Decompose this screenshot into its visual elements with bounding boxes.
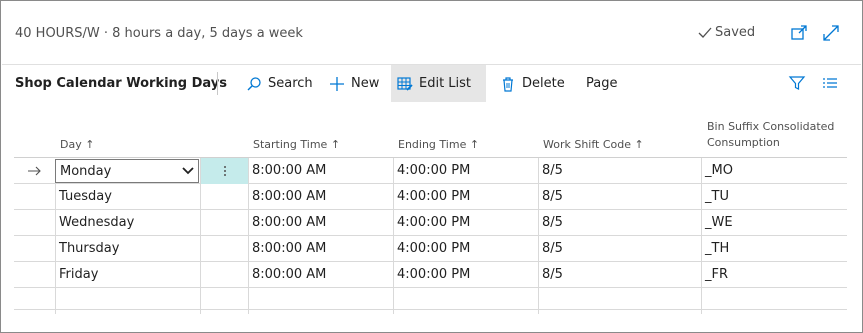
row-indicator (14, 262, 55, 288)
starting-time-cell[interactable]: 8:00:00 AM (248, 210, 393, 236)
table-row[interactable]: Wednesday 8:00:00 AM 4:00:00 PM 8/5 _WE (14, 210, 847, 236)
open-in-new-window-icon[interactable] (790, 24, 808, 42)
edit-list-label: Edit List (419, 76, 472, 91)
row-indicator (14, 158, 55, 184)
delete-label: Delete (522, 76, 565, 91)
starting-time-cell[interactable]: 8:00:00 AM (248, 184, 393, 210)
starting-time-cell[interactable]: 8:00:00 AM (248, 236, 393, 262)
plus-icon (330, 76, 344, 91)
work-shift-code-cell[interactable]: 8/5 (538, 184, 701, 210)
row-actions-cell[interactable] (200, 184, 248, 210)
column-header-day[interactable]: Day ↑ (60, 138, 94, 151)
row-actions-cell[interactable] (200, 236, 248, 262)
more-options-icon (223, 166, 226, 176)
empty-new-row[interactable] (14, 288, 847, 314)
filter-icon[interactable] (788, 74, 806, 92)
row-actions-cell[interactable] (200, 262, 248, 288)
day-cell[interactable]: Thursday (55, 236, 200, 262)
work-shift-code-cell[interactable]: 8/5 (538, 262, 701, 288)
sort-ascending-icon: ↑ (330, 138, 341, 151)
search-icon (247, 76, 261, 90)
action-bar-separator (217, 72, 218, 95)
row-actions-cell[interactable] (200, 288, 248, 314)
row-indicator (14, 184, 55, 210)
row-actions-cell[interactable] (200, 210, 248, 236)
saved-label: Saved (715, 25, 756, 40)
ending-time-cell[interactable]: 4:00:00 PM (393, 158, 538, 184)
page-label: Page (586, 76, 618, 91)
work-shift-code-cell[interactable]: 8/5 (538, 236, 701, 262)
row-indicator (14, 210, 55, 236)
trash-icon (503, 76, 513, 92)
edit-list-icon (397, 76, 413, 91)
table-row[interactable]: Monday 8:00:00 AM 4:00:00 PM 8/5 _MO (14, 158, 847, 184)
grid-header: Day ↑ Starting Time ↑ Ending Time ↑ Work… (14, 110, 847, 158)
table-row[interactable]: Tuesday 8:00:00 AM 4:00:00 PM 8/5 _TU (14, 184, 847, 210)
page-title: 40 HOURS/W · 8 hours a day, 5 days a wee… (15, 26, 303, 41)
work-shift-code-cell[interactable] (538, 288, 701, 314)
day-cell[interactable] (55, 288, 200, 314)
row-indicator (14, 236, 55, 262)
sort-ascending-icon: ↑ (634, 138, 644, 151)
grid-rows: Monday 8:00:00 AM 4:00:00 PM 8/5 _MO Tuesday 8… (14, 158, 847, 314)
edit-list-button[interactable]: Edit List (391, 65, 486, 102)
starting-time-cell[interactable]: 8:00:00 AM (248, 158, 393, 184)
column-header-bin-suffix[interactable]: Bin Suffix Consolidated Consumption (707, 119, 847, 151)
column-header-work-shift-code[interactable]: Work Shift Code ↑ (543, 138, 644, 151)
day-select[interactable]: Monday (55, 159, 199, 183)
bin-suffix-cell[interactable]: _WE (701, 210, 847, 236)
ending-time-cell[interactable]: 4:00:00 PM (393, 210, 538, 236)
day-cell[interactable]: Friday (55, 262, 200, 288)
row-actions-button[interactable] (200, 158, 248, 184)
search-label: Search (268, 76, 313, 91)
column-header-starting-time[interactable]: Starting Time ↑ (253, 138, 340, 151)
bin-suffix-cell[interactable]: _TU (701, 184, 847, 210)
table-row[interactable]: Thursday 8:00:00 AM 4:00:00 PM 8/5 _TH (14, 236, 847, 262)
bin-suffix-cell[interactable]: _TH (701, 236, 847, 262)
new-button[interactable]: New (323, 65, 385, 102)
current-row-arrow-icon (27, 166, 41, 176)
sort-ascending-icon: ↑ (469, 138, 480, 151)
checkmark-icon (698, 27, 712, 38)
action-bar: Shop Calendar Working Days Search New Ed… (0, 65, 861, 103)
part-title: Shop Calendar Working Days (15, 76, 228, 91)
list-view-icon[interactable] (821, 74, 839, 92)
starting-time-cell[interactable] (248, 288, 393, 314)
day-select-value: Monday (60, 163, 112, 179)
saved-status: Saved (698, 25, 755, 40)
ending-time-cell[interactable]: 4:00:00 PM (393, 184, 538, 210)
table-row[interactable]: Friday 8:00:00 AM 4:00:00 PM 8/5 _FR (14, 262, 847, 288)
expand-icon[interactable] (822, 24, 840, 42)
day-cell[interactable]: Tuesday (55, 184, 200, 210)
ending-time-cell[interactable] (393, 288, 538, 314)
sort-ascending-icon: ↑ (85, 138, 95, 151)
starting-time-cell[interactable]: 8:00:00 AM (248, 262, 393, 288)
page-button[interactable]: Page (580, 65, 623, 102)
day-cell[interactable]: Wednesday (55, 210, 200, 236)
bin-suffix-cell[interactable]: _MO (701, 158, 847, 184)
work-shift-code-cell[interactable]: 8/5 (538, 210, 701, 236)
delete-button[interactable]: Delete (494, 65, 571, 102)
ending-time-cell[interactable]: 4:00:00 PM (393, 262, 538, 288)
bin-suffix-cell[interactable] (701, 288, 847, 314)
chevron-down-icon (182, 167, 194, 175)
work-shift-code-cell[interactable]: 8/5 (538, 158, 701, 184)
new-label: New (351, 76, 380, 91)
bin-suffix-cell[interactable]: _FR (701, 262, 847, 288)
ending-time-cell[interactable]: 4:00:00 PM (393, 236, 538, 262)
column-header-ending-time[interactable]: Ending Time ↑ (398, 138, 479, 151)
working-days-grid: Day ↑ Starting Time ↑ Ending Time ↑ Work… (14, 110, 847, 314)
row-indicator (14, 288, 55, 314)
search-button[interactable]: Search (240, 65, 319, 102)
